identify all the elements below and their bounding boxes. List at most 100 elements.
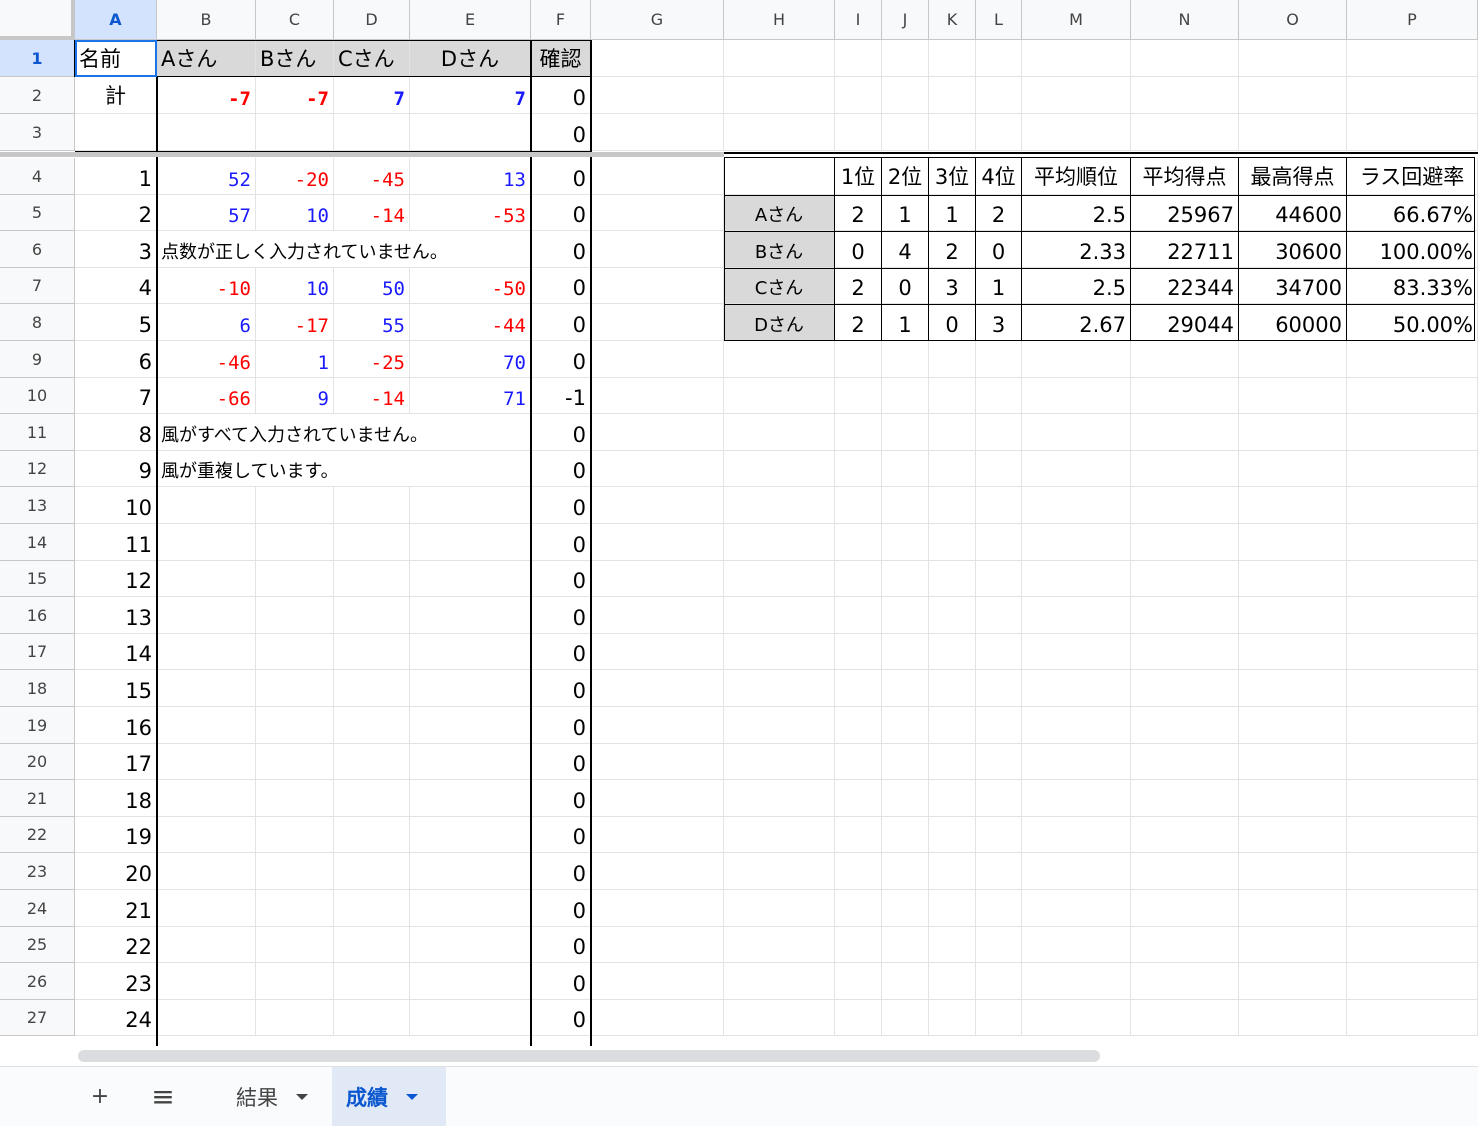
game-number-cell[interactable]: 11	[75, 524, 157, 561]
cell[interactable]	[1347, 744, 1478, 780]
cell[interactable]	[1022, 927, 1131, 963]
row-header-15[interactable]: 15	[0, 561, 75, 597]
cell[interactable]	[882, 597, 929, 634]
score-cell[interactable]	[256, 1000, 334, 1036]
check-cell[interactable]: 0	[531, 524, 591, 561]
cell[interactable]	[1022, 451, 1131, 487]
cell[interactable]	[591, 268, 724, 304]
cell[interactable]	[1022, 707, 1131, 744]
cell[interactable]	[1022, 40, 1131, 77]
cell[interactable]	[882, 77, 929, 114]
stats-value-cell[interactable]: 100.00%	[1347, 231, 1478, 268]
cell[interactable]	[835, 597, 882, 634]
cell[interactable]	[1347, 378, 1478, 414]
cell[interactable]	[724, 817, 835, 853]
cell[interactable]	[1022, 780, 1131, 817]
stats-header-cell[interactable]: 平均順位	[1022, 158, 1131, 195]
stats-value-cell[interactable]: 4	[882, 231, 929, 268]
player-header-cell[interactable]: Bさん	[256, 40, 334, 77]
cell[interactable]	[835, 487, 882, 524]
cell[interactable]	[976, 1000, 1022, 1036]
error-message-cell[interactable]: 風が重複しています。	[157, 451, 531, 487]
check-cell[interactable]: 0	[531, 414, 591, 451]
score-cell[interactable]: -17	[256, 304, 334, 341]
cell[interactable]	[1347, 927, 1478, 963]
cell[interactable]	[591, 817, 724, 853]
check-header-cell[interactable]: 確認	[531, 40, 591, 77]
score-cell[interactable]: -10	[157, 268, 256, 304]
cell[interactable]	[1239, 890, 1347, 927]
stats-value-cell[interactable]: 66.67%	[1347, 195, 1478, 231]
score-cell[interactable]: 57	[157, 195, 256, 231]
score-cell[interactable]	[410, 524, 531, 561]
cell[interactable]	[882, 524, 929, 561]
game-number-cell[interactable]: 20	[75, 853, 157, 890]
row-header-16[interactable]: 16	[0, 597, 75, 634]
cell[interactable]	[976, 853, 1022, 890]
cell[interactable]	[1022, 114, 1131, 151]
stats-header-cell[interactable]: ラス回避率	[1347, 158, 1478, 195]
cell[interactable]	[591, 114, 724, 151]
cell[interactable]	[929, 40, 976, 77]
game-number-cell[interactable]: 6	[75, 341, 157, 378]
stats-value-cell[interactable]: 50.00%	[1347, 304, 1478, 341]
cell[interactable]	[976, 487, 1022, 524]
cell[interactable]	[1022, 378, 1131, 414]
cell[interactable]	[929, 744, 976, 780]
check-cell[interactable]: 0	[531, 963, 591, 1000]
stats-value-cell[interactable]: 44600	[1239, 195, 1347, 231]
cell[interactable]	[591, 561, 724, 597]
stats-header-cell[interactable]: 4位	[976, 158, 1022, 195]
row-header-14[interactable]: 14	[0, 524, 75, 561]
cell[interactable]	[591, 487, 724, 524]
column-header-b[interactable]: B	[157, 0, 256, 40]
cell[interactable]	[1022, 414, 1131, 451]
stats-value-cell[interactable]: 22711	[1131, 231, 1239, 268]
stats-player-cell[interactable]: Cさん	[724, 268, 835, 304]
score-cell[interactable]	[157, 670, 256, 707]
score-cell[interactable]: -50	[410, 268, 531, 304]
cell[interactable]	[976, 744, 1022, 780]
game-number-cell[interactable]: 14	[75, 634, 157, 670]
game-number-cell[interactable]: 19	[75, 817, 157, 853]
cell[interactable]	[591, 414, 724, 451]
cell[interactable]	[724, 524, 835, 561]
cell[interactable]	[929, 890, 976, 927]
cell[interactable]	[882, 634, 929, 670]
cell[interactable]	[929, 378, 976, 414]
cell[interactable]	[591, 524, 724, 561]
cell[interactable]	[591, 195, 724, 231]
select-all-corner[interactable]	[0, 0, 75, 40]
cell[interactable]	[1239, 414, 1347, 451]
score-cell[interactable]	[256, 744, 334, 780]
cell[interactable]	[929, 561, 976, 597]
cell[interactable]	[929, 77, 976, 114]
cell[interactable]	[1022, 890, 1131, 927]
total-value-cell[interactable]: -7	[157, 77, 256, 114]
score-cell[interactable]	[157, 817, 256, 853]
cell[interactable]	[929, 597, 976, 634]
cell[interactable]	[1131, 561, 1239, 597]
cell[interactable]	[929, 451, 976, 487]
cell[interactable]	[1347, 853, 1478, 890]
cell[interactable]	[591, 40, 724, 77]
score-cell[interactable]	[410, 1000, 531, 1036]
cell[interactable]	[835, 341, 882, 378]
cell[interactable]	[1131, 817, 1239, 853]
cell[interactable]	[835, 114, 882, 151]
score-cell[interactable]: 70	[410, 341, 531, 378]
cell[interactable]	[1131, 487, 1239, 524]
row-header-21[interactable]: 21	[0, 780, 75, 817]
cell[interactable]	[591, 304, 724, 341]
score-cell[interactable]	[410, 963, 531, 1000]
stats-value-cell[interactable]: 22344	[1131, 268, 1239, 304]
cell[interactable]	[976, 561, 1022, 597]
cell[interactable]	[1022, 524, 1131, 561]
cell[interactable]	[929, 963, 976, 1000]
row-header-9[interactable]: 9	[0, 341, 75, 378]
stats-value-cell[interactable]: 2.5	[1022, 195, 1131, 231]
game-number-cell[interactable]: 2	[75, 195, 157, 231]
score-cell[interactable]	[157, 890, 256, 927]
cell[interactable]	[724, 561, 835, 597]
row-header-27[interactable]: 27	[0, 1000, 75, 1036]
